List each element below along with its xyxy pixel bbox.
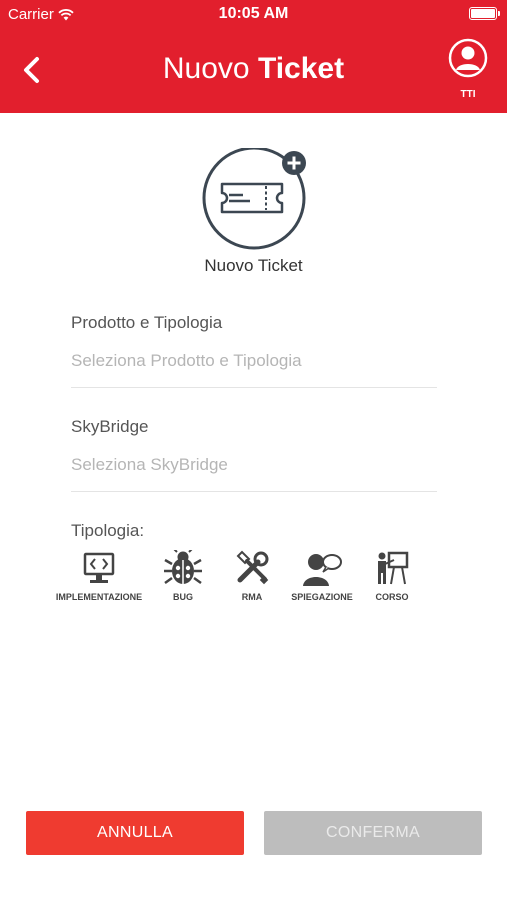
user-avatar-icon: [448, 38, 488, 78]
skybridge-select[interactable]: Seleziona SkyBridge: [71, 455, 437, 475]
type-bug[interactable]: BUG: [162, 550, 204, 602]
bug-icon: [164, 550, 202, 585]
tipologia-label: Tipologia:: [71, 521, 145, 540]
ticket-icon: [202, 146, 306, 250]
person-speech-icon: [303, 554, 342, 586]
new-ticket-caption: Nuovo Ticket: [204, 256, 303, 275]
type-label: SPIEGAZIONE: [291, 592, 353, 602]
user-label: TTI: [460, 89, 476, 100]
prodotto-field: Prodotto e Tipologia Seleziona Prodotto …: [71, 313, 437, 371]
app-header: Carrier 10:05 AM Nuovo Ticket TTI: [0, 0, 507, 113]
status-time: 10:05 AM: [218, 5, 289, 22]
type-label: IMPLEMENTAZIONE: [55, 592, 143, 602]
prodotto-select[interactable]: Seleziona Prodotto e Tipologia: [71, 351, 437, 371]
prodotto-divider: [71, 387, 437, 388]
battery-icon: [469, 7, 500, 20]
type-spiegazione[interactable]: SPIEGAZIONE: [286, 550, 358, 602]
tools-icon: [236, 550, 269, 585]
prodotto-label: Prodotto e Tipologia: [71, 313, 223, 332]
page-title: Nuovo Ticket: [0, 52, 507, 86]
status-bar: Carrier 10:05 AM: [0, 0, 507, 28]
skybridge-divider: [71, 491, 437, 492]
title-bold: Ticket: [257, 52, 345, 85]
title-light: Nuovo: [162, 52, 250, 85]
new-ticket-illustration: [200, 146, 312, 252]
type-rma[interactable]: RMA: [232, 550, 272, 602]
skybridge-field: SkyBridge Seleziona SkyBridge: [71, 417, 437, 475]
confirm-button[interactable]: CONFERMA: [264, 811, 482, 855]
monitor-code-icon: [83, 552, 115, 583]
cancel-button[interactable]: ANNULLA: [26, 811, 244, 855]
type-label: RMA: [241, 592, 263, 602]
user-profile-button[interactable]: TTI: [444, 38, 492, 100]
presentation-icon: [378, 551, 409, 585]
type-corso[interactable]: CORSO: [370, 550, 414, 602]
type-label: CORSO: [375, 592, 409, 602]
skybridge-label: SkyBridge: [71, 417, 149, 436]
type-implementazione[interactable]: IMPLEMENTAZIONE: [50, 550, 148, 602]
type-label: BUG: [173, 592, 193, 602]
